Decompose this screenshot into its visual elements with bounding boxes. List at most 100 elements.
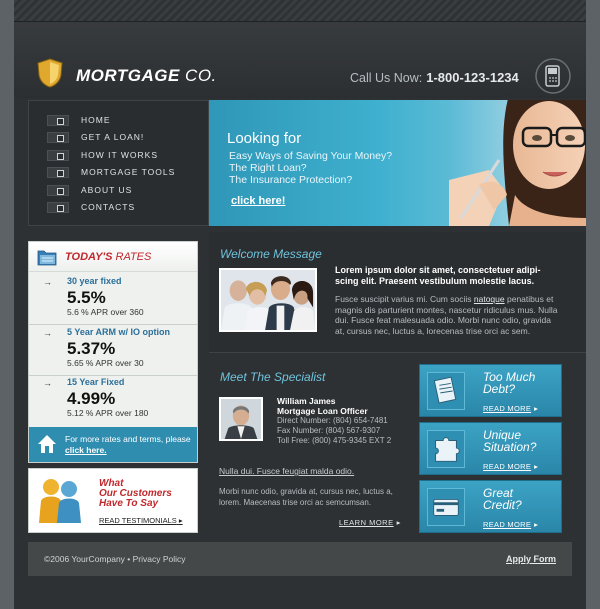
specialist-name: William James Mortgage Loan Officer (277, 396, 368, 416)
arrow-right-icon: → (43, 328, 52, 338)
nav-item-about-us[interactable]: ABOUT US (47, 183, 207, 197)
copyright-privacy[interactable]: ©2006 YourCompany • Privacy Policy (44, 554, 186, 564)
specialist-role: Mortgage Loan Officer (277, 406, 368, 416)
rates-footer-text: For more rates and terms, please click h… (65, 434, 197, 456)
banner-click-here-link[interactable]: click here! (231, 195, 285, 207)
nav-label: HOME (81, 115, 111, 125)
nav-item-contacts[interactable]: CONTACTS (47, 200, 207, 214)
hero-banner: Looking for Easy Ways of Saving Your Mon… (209, 100, 586, 226)
rates-header: TODAY'S RATES (29, 242, 197, 272)
woman-with-glasses-image (449, 100, 586, 226)
specialist-body: Morbi nunc odio, gravida at, cursus nec,… (219, 487, 393, 507)
read-testimonials-link[interactable]: READ TESTIMONIALS ▸ (99, 516, 183, 525)
rates-title: TODAY'S RATES (65, 251, 151, 263)
specialist-title: Meet The Specialist (220, 370, 326, 384)
natoque-link[interactable]: natoque (474, 294, 505, 304)
people-icon (39, 479, 81, 523)
customer-testimonials-box: What Our Customers Have To Say READ TEST… (28, 468, 198, 533)
call-us: Call Us Now: 1-800-123-1234 (350, 70, 519, 85)
home-icon (38, 435, 56, 453)
nav-item-how-it-works[interactable]: HOW IT WORKS (47, 148, 207, 162)
rate-name: 15 Year Fixed (67, 377, 125, 387)
nav-bullet-icon (47, 114, 69, 126)
header: MORTGAGE CO. Call Us Now: 1-800-123-1234 (14, 22, 586, 98)
rate-name: 5 Year ARM w/ IO option (67, 327, 171, 337)
footer: ©2006 YourCompany • Privacy Policy Apply… (28, 542, 572, 576)
promo-title: Unique Situation? (483, 429, 536, 453)
main-nav: HOME GET A LOAN! HOW IT WORKS MORTGAGE T… (28, 100, 209, 226)
rate-value: 5.37% (67, 339, 116, 358)
rate-item[interactable]: → 30 year fixed 5.5% 5.6 % APR over 360 (29, 275, 197, 325)
rate-apr: 5.12 % APR over 180 (67, 408, 149, 418)
rate-item[interactable]: → 5 Year ARM w/ IO option 5.37% 5.65 % A… (29, 326, 197, 376)
nav-bullet-icon (47, 201, 69, 213)
read-more-link[interactable]: READ MORE (483, 520, 538, 529)
nav-item-mortgage-tools[interactable]: MORTGAGE TOOLS (47, 165, 207, 179)
phone-number: 1-800-123-1234 (426, 70, 519, 85)
welcome-title: Welcome Message (220, 247, 322, 261)
promo-too-much-debt[interactable]: Too Much Debt? READ MORE (419, 364, 562, 417)
nav-label: CONTACTS (81, 202, 136, 212)
promo-title-line2: Credit? (483, 498, 522, 512)
promo-title-line2: Situation? (483, 440, 537, 454)
welcome-section: Welcome Message Lorem ipsum dolor sit am… (209, 232, 586, 353)
rate-value: 5.5% (67, 288, 106, 307)
welcome-body-a: Fusce suscipit varius mi. Cum sociis (335, 294, 472, 304)
specialist-photo-image (219, 397, 263, 441)
arrow-right-icon: ▸ (178, 516, 183, 525)
nav-item-home[interactable]: HOME (47, 113, 207, 127)
promo-title: Great Credit? (483, 487, 522, 511)
specialist-link[interactable]: Nulla dui. Fusce feugiat malda odio. (219, 466, 354, 476)
banner-line: The Right Loan? (229, 162, 307, 174)
nav-bullet-icon (47, 166, 69, 178)
specialist-contact: Direct Number: (804) 654-7481 Fax Number… (277, 416, 391, 446)
rates-title-b: RATES (115, 251, 152, 263)
top-stripe (14, 0, 586, 22)
read-more-link[interactable]: READ MORE (483, 462, 538, 471)
toll-free-number: Toll Free: (800) 475-9345 EXT 2 (277, 436, 392, 445)
rate-name: 30 year fixed (67, 276, 122, 286)
promo-great-credit[interactable]: Great Credit? READ MORE (419, 480, 562, 533)
phone-icon (535, 58, 571, 94)
puzzle-icon (427, 430, 465, 468)
team-photo-image (219, 268, 317, 332)
rates-footer-label: For more rates and terms, please (65, 434, 191, 444)
learn-more-link[interactable]: LEARN MORE (339, 518, 401, 527)
banner-line: Easy Ways of Saving Your Money? (229, 150, 393, 162)
banner-line: The Insurance Protection? (229, 174, 353, 186)
promo-unique-situation[interactable]: Unique Situation? READ MORE (419, 422, 562, 475)
direct-number: Direct Number: (804) 654-7481 (277, 416, 388, 425)
rate-item[interactable]: → 15 Year Fixed 4.99% 5.12 % APR over 18… (29, 376, 197, 426)
arrow-right-icon: → (43, 277, 52, 287)
call-label: Call Us Now: (350, 71, 423, 85)
rates-click-here-link[interactable]: click here. (65, 445, 107, 455)
rate-value: 4.99% (67, 389, 116, 408)
nav-bullet-icon (47, 149, 69, 161)
promo-title: Too Much Debt? (483, 371, 535, 395)
todays-rates-panel: TODAY'S RATES → 30 year fixed 5.5% 5.6 %… (28, 241, 198, 463)
banner-title: Looking for (227, 130, 302, 147)
testimonials-line3: Have To Say (99, 498, 159, 509)
rate-apr: 5.6 % APR over 360 (67, 307, 144, 317)
specialist-section: Meet The Specialist William James Mortga… (209, 354, 409, 534)
nav-label: GET A LOAN! (81, 132, 145, 142)
promo-title-line2: Debt? (483, 382, 516, 396)
rates-title-a: TODAY'S (65, 251, 113, 263)
welcome-lead: Lorem ipsum dolor sit amet, consectetuer… (335, 265, 541, 286)
credit-card-icon (427, 488, 465, 526)
arrow-right-icon: → (43, 378, 52, 388)
testimonials-title: What Our Customers Have To Say (99, 479, 172, 509)
nav-item-get-a-loan[interactable]: GET A LOAN! (47, 130, 207, 144)
read-testimonials-label: READ TESTIMONIALS (99, 516, 177, 525)
page: MORTGAGE CO. Call Us Now: 1-800-123-1234 … (14, 0, 586, 609)
nav-label: ABOUT US (81, 185, 133, 195)
specialist-name-text: William James (277, 396, 336, 406)
read-more-link[interactable]: READ MORE (483, 404, 538, 413)
nav-bullet-icon (47, 131, 69, 143)
apply-form-link[interactable]: Apply Form (506, 554, 556, 564)
nav-bullet-icon (47, 184, 69, 196)
welcome-body: Fusce suscipit varius mi. Cum sociis nat… (335, 294, 561, 336)
logo-text[interactable]: MORTGAGE CO. (76, 66, 217, 86)
shield-logo-icon (37, 58, 63, 88)
rates-footer: For more rates and terms, please click h… (29, 427, 197, 462)
